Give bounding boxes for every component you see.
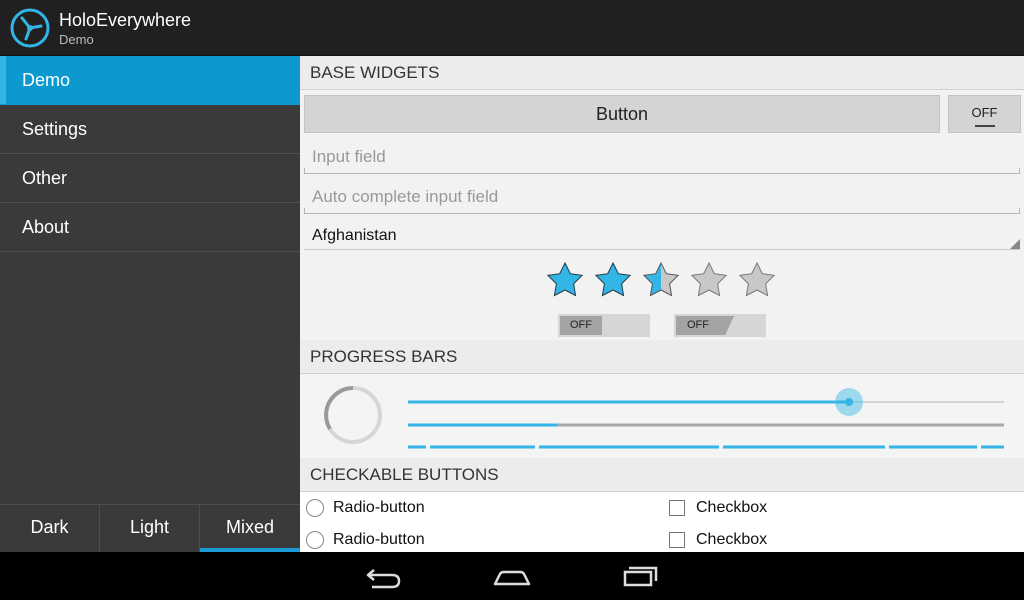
toggle-button[interactable]: OFF bbox=[948, 95, 1021, 133]
star-icon-1[interactable] bbox=[547, 262, 583, 297]
checkbox-label: Checkbox bbox=[696, 499, 768, 516]
theme-dark-button[interactable]: Dark bbox=[0, 505, 100, 553]
checkable-buttons-area: Radio-button Radio-button Checkbox Check… bbox=[300, 492, 1024, 552]
theme-light-button[interactable]: Light bbox=[100, 505, 200, 553]
system-nav-bar bbox=[0, 552, 1024, 600]
home-icon[interactable] bbox=[492, 562, 532, 590]
checkable-buttons-header: CHECKABLE BUTTONS bbox=[300, 458, 1024, 492]
autocomplete-input-field[interactable]: Auto complete input field bbox=[304, 182, 1020, 214]
drawer-item-demo[interactable]: Demo bbox=[0, 56, 300, 105]
star-icon-5[interactable] bbox=[739, 262, 775, 297]
radio-label: Radio-button bbox=[333, 531, 425, 548]
star-icon-3[interactable] bbox=[643, 262, 679, 297]
drawer-item-settings[interactable]: Settings bbox=[0, 105, 300, 154]
checkbox-icon[interactable] bbox=[669, 532, 685, 548]
radio-button-1[interactable]: Radio-button bbox=[306, 496, 425, 520]
drawer-item-other[interactable]: Other bbox=[0, 154, 300, 203]
radio-icon[interactable] bbox=[306, 499, 324, 517]
app-subtitle: Demo bbox=[59, 32, 94, 47]
radio-label: Radio-button bbox=[333, 499, 425, 516]
checkbox-1[interactable]: Checkbox bbox=[669, 496, 767, 520]
switch-2-label: OFF bbox=[676, 316, 734, 335]
switch-1-label: OFF bbox=[560, 316, 602, 335]
seekbar-thumb[interactable] bbox=[845, 398, 854, 406]
input-field[interactable]: Input field bbox=[304, 142, 1020, 174]
switch-1[interactable]: OFF bbox=[558, 314, 650, 337]
star-icon-2[interactable] bbox=[595, 262, 631, 297]
radio-button-2[interactable]: Radio-button bbox=[306, 528, 425, 552]
navigation-drawer: Demo Settings Other About Dark Light Mix… bbox=[0, 56, 300, 553]
action-bar: HoloEverywhere Demo bbox=[0, 0, 1024, 56]
progress-bars-area bbox=[300, 374, 1024, 464]
app-title: HoloEverywhere bbox=[59, 10, 192, 30]
recents-icon[interactable] bbox=[620, 562, 660, 590]
switch-2[interactable]: OFF bbox=[674, 314, 766, 337]
back-icon[interactable] bbox=[364, 562, 404, 590]
linear-progress-group bbox=[408, 388, 1004, 449]
checkbox-icon[interactable] bbox=[669, 500, 685, 516]
spinner-value: Afghanistan bbox=[312, 227, 397, 244]
checkbox-2[interactable]: Checkbox bbox=[669, 528, 767, 552]
holo-logo-icon[interactable] bbox=[10, 8, 50, 48]
star-icon-4[interactable] bbox=[691, 262, 727, 297]
progress-bars-header: PROGRESS BARS bbox=[300, 340, 1024, 374]
rating-bar[interactable] bbox=[544, 259, 784, 303]
circular-progress-spinner bbox=[324, 386, 382, 444]
spinner-corner-icon bbox=[1010, 239, 1020, 249]
theme-switcher: Dark Light Mixed bbox=[0, 504, 300, 553]
checkbox-label: Checkbox bbox=[696, 531, 768, 548]
base-widgets-header: BASE WIDGETS bbox=[300, 56, 1024, 90]
drawer-item-about[interactable]: About bbox=[0, 203, 300, 252]
demo-content: BASE WIDGETS Button OFF Input field Auto… bbox=[300, 56, 1024, 552]
radio-icon[interactable] bbox=[306, 531, 324, 549]
demo-button[interactable]: Button bbox=[304, 95, 940, 133]
country-spinner[interactable]: Afghanistan bbox=[304, 222, 1020, 250]
theme-mixed-button[interactable]: Mixed bbox=[200, 505, 300, 553]
